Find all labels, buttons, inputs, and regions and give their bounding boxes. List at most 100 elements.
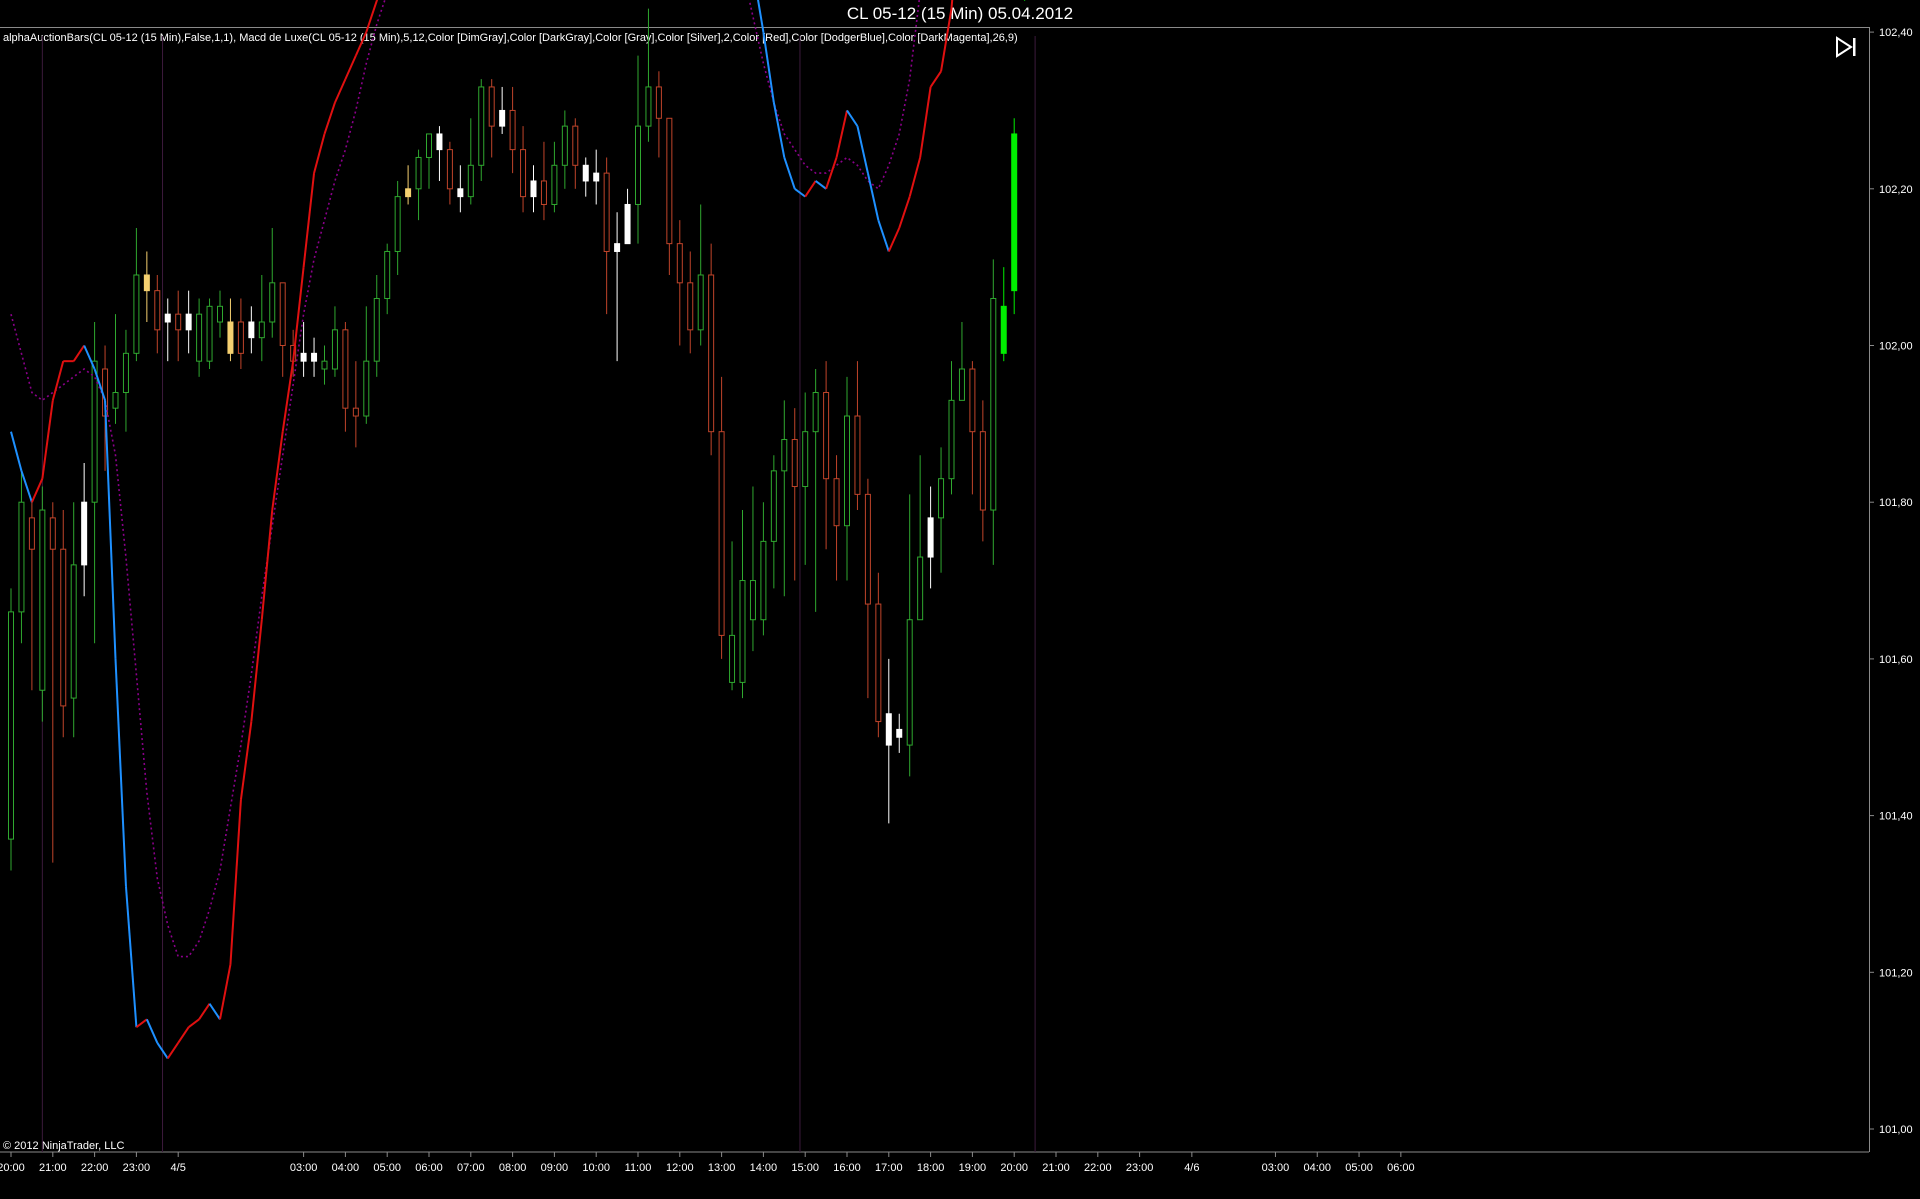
macd-line-segment (365, 0, 378, 33)
candle-body (927, 517, 934, 558)
macd-line-segment (856, 125, 869, 174)
candle-body (415, 156, 422, 190)
x-tick-label: 06:00 (415, 1162, 443, 1174)
candle-body (509, 109, 516, 151)
macd-line-segment (41, 400, 54, 479)
x-tick-label: 14:00 (750, 1162, 778, 1174)
x-tick-label: 07:00 (457, 1162, 485, 1174)
candle-body (770, 470, 777, 542)
candle-body (666, 117, 673, 245)
candle-body (426, 133, 432, 158)
y-tick-label: 101,60 (1879, 654, 1913, 666)
candle-body (593, 172, 600, 182)
candle-body (614, 243, 621, 252)
candle-body (49, 517, 56, 550)
candle-body (248, 321, 255, 339)
candle-body (791, 439, 798, 488)
price-chart[interactable]: 103,60103,40103,20103,00102,80102,60102,… (0, 0, 1920, 1199)
macd-line-segment (198, 1003, 211, 1020)
y-tick-label: 101,20 (1879, 967, 1913, 979)
x-tick-label: 20:00 (0, 1162, 25, 1174)
candle-body (300, 352, 307, 362)
x-tick-label: 08:00 (499, 1162, 527, 1174)
candle-body (8, 611, 14, 840)
macd-line-segment (940, 8, 953, 72)
x-tick-label: 23:00 (123, 1162, 151, 1174)
candle-body (530, 180, 537, 198)
x-tick-label: 06:00 (1387, 1162, 1415, 1174)
macd-line-segment (166, 1042, 180, 1060)
macd-line-segment (815, 180, 827, 190)
macd-line-segment (887, 227, 901, 252)
x-tick-label: 23:00 (1126, 1162, 1154, 1174)
candle-body (488, 86, 495, 127)
candle-body (990, 297, 997, 511)
candle-body (143, 274, 150, 292)
candle-body (854, 415, 861, 495)
candle-body (802, 431, 809, 488)
macd-line-segment (929, 70, 942, 88)
macd-line-segment (825, 157, 838, 190)
macd-line-segment (219, 964, 232, 1020)
candle-body (331, 329, 338, 370)
macd-line-segment (908, 157, 922, 197)
candle-body (697, 274, 704, 331)
macd-line-segment (239, 721, 253, 801)
macd-line-segment (898, 196, 911, 229)
candle-body (875, 603, 882, 723)
macd-line-segment (302, 173, 316, 268)
candle-body (760, 540, 767, 621)
macd-line-segment (334, 78, 347, 104)
candle-body (227, 321, 234, 354)
x-tick-label: 22:00 (1084, 1162, 1112, 1174)
candle-body (1000, 305, 1007, 354)
macd-line-segment (145, 1018, 159, 1044)
candle-body (718, 431, 725, 636)
macd-line-segment (208, 1003, 221, 1020)
candle-body (958, 368, 965, 401)
y-tick-label: 102,40 (1879, 27, 1913, 39)
candle-body (384, 250, 391, 299)
macd-line-segment (51, 360, 65, 401)
x-tick-label: 05:00 (1345, 1162, 1373, 1174)
macd-line-segment (846, 109, 859, 127)
macd-line-segment (877, 219, 890, 252)
candle-body (635, 125, 641, 205)
macd-line-segment (177, 1026, 190, 1044)
candle-body (478, 86, 485, 166)
candle-body (572, 125, 579, 166)
candle-body (749, 580, 756, 621)
macd-line-segment (30, 478, 44, 503)
y-tick-label: 101,00 (1879, 1124, 1913, 1136)
y-tick-label: 102,20 (1879, 184, 1913, 196)
macd-line-segment (281, 361, 295, 432)
candle-body (81, 501, 88, 566)
candle-body (436, 133, 443, 151)
macd-line-segment (323, 102, 336, 135)
candle-body (122, 352, 129, 394)
candle-body (687, 282, 694, 331)
x-tick-label: 03:00 (1262, 1162, 1290, 1174)
x-tick-label: 18:00 (917, 1162, 945, 1174)
candle-body (457, 188, 464, 198)
candle-body (405, 188, 412, 198)
macd-line-segment (260, 509, 274, 620)
candle-body (823, 392, 830, 480)
macd-line-segment (866, 172, 880, 221)
candle-body (655, 86, 662, 119)
x-tick-label: 13:00 (708, 1162, 736, 1174)
candle-body (196, 313, 203, 362)
macd-line-segment (124, 886, 138, 1028)
candle-body (979, 431, 986, 511)
macd-line-segment (250, 619, 263, 722)
x-tick-label: 04:00 (332, 1162, 360, 1174)
macd-line-segment (229, 799, 242, 965)
x-tick-label: 09:00 (541, 1162, 569, 1174)
x-tick-label: 20:00 (1000, 1162, 1028, 1174)
x-tick-label: 21:00 (1042, 1162, 1070, 1174)
candle-body (885, 713, 892, 746)
candle-body (906, 619, 913, 746)
candle-body (864, 493, 871, 605)
x-tick-label: 21:00 (39, 1162, 67, 1174)
macd-line-segment (188, 1018, 200, 1028)
